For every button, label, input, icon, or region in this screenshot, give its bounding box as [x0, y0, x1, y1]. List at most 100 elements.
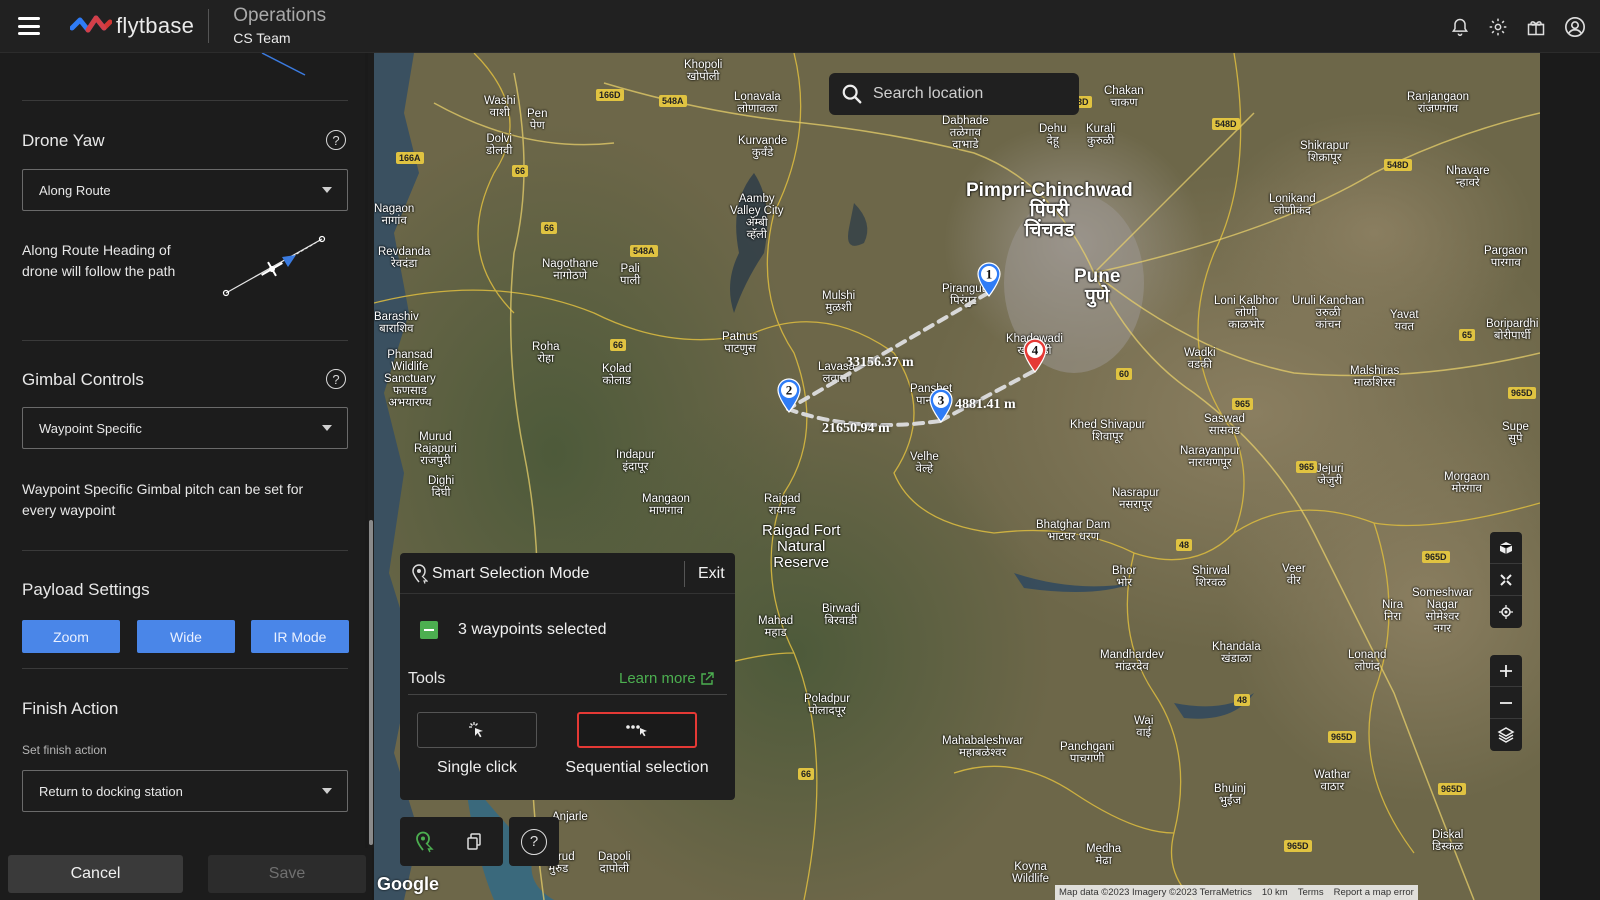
layers-icon	[1497, 727, 1515, 743]
location-search[interactable]	[829, 73, 1079, 115]
gift-icon[interactable]	[1526, 17, 1546, 37]
cube-icon	[1499, 541, 1513, 554]
waypoint-pin-3[interactable]: 3	[928, 387, 954, 423]
gimbal-help-icon[interactable]: ?	[326, 369, 346, 389]
terms-link[interactable]: Terms	[1298, 887, 1324, 898]
report-error-link[interactable]: Report a map error	[1334, 887, 1414, 898]
drone-yaw-description: Along Route Heading of drone will follow…	[22, 240, 175, 282]
save-button[interactable]: Save	[208, 855, 366, 893]
finish-action-title: Finish Action	[22, 699, 119, 718]
sequential-selection-tool-button[interactable]	[577, 712, 697, 748]
plus-icon	[1500, 664, 1512, 677]
gimbal-controls-select[interactable]: Waypoint Specific	[22, 407, 348, 449]
crosshair-icon	[1499, 605, 1513, 619]
smart-selection-card: Smart Selection Mode Exit 3 waypoints se…	[400, 553, 735, 800]
zoom-button[interactable]: Zoom	[22, 620, 120, 653]
header-divider	[208, 9, 210, 43]
route-segment-1-2	[786, 291, 990, 411]
search-icon	[842, 84, 862, 104]
fit-view-button[interactable]	[1490, 564, 1522, 596]
distance-label: 4881.41 m	[955, 397, 1016, 412]
drone-yaw-title: Drone Yaw	[22, 131, 105, 150]
single-click-tool-button[interactable]	[417, 712, 537, 748]
smart-selection-tool-icon[interactable]	[416, 831, 434, 853]
finish-action-label: Set finish action	[22, 743, 107, 757]
learn-more-text: Learn more	[619, 670, 696, 687]
gimbal-description: Waypoint Specific Gimbal pitch can be se…	[22, 479, 303, 521]
chevron-down-icon	[322, 788, 332, 794]
learn-more-link[interactable]: Learn more	[619, 670, 714, 687]
drone-yaw-help-icon[interactable]: ?	[326, 130, 346, 150]
smart-selection-title: Smart Selection Mode	[432, 565, 590, 582]
drone-yaw-select[interactable]: Along Route	[22, 169, 348, 211]
header-divider	[684, 561, 685, 587]
zoom-out-button[interactable]	[1490, 687, 1522, 719]
scale-bar[interactable]: 10 km	[1262, 887, 1288, 898]
minus-icon	[1500, 701, 1512, 704]
right-gutter	[1540, 53, 1600, 900]
gimbal-desc-line: every waypoint	[22, 502, 116, 518]
copy-icon[interactable]	[466, 833, 482, 851]
drone-yaw-desc-line: Along Route Heading of	[22, 242, 171, 258]
waypoint-pin-1[interactable]: 1	[976, 261, 1002, 297]
search-input[interactable]	[873, 85, 1073, 103]
org-switcher[interactable]: Operations CS Team	[233, 4, 327, 46]
sequential-selection-label: Sequential selection	[565, 759, 709, 776]
sequential-cursor-icon	[626, 725, 647, 737]
map-pin-cursor-icon	[412, 564, 428, 584]
google-logo: Google	[377, 874, 439, 894]
my-location-button[interactable]	[1490, 596, 1522, 628]
external-link-icon	[701, 671, 714, 685]
top-bar: flytbase Operations CS Team	[0, 0, 1600, 53]
section-divider	[22, 340, 348, 341]
waypoint-pin-2[interactable]: 2	[776, 377, 802, 413]
smart-selection-header: Smart Selection Mode Exit	[400, 553, 735, 594]
zoom-controls	[1490, 655, 1522, 751]
selection-indeterminate-checkbox[interactable]	[420, 621, 438, 639]
cancel-button[interactable]: Cancel	[8, 855, 183, 893]
drone-yaw-desc-line: drone will follow the path	[22, 263, 176, 279]
payload-settings-title: Payload Settings	[22, 580, 150, 599]
single-click-label: Single click	[436, 759, 518, 776]
waypoint-number: 1	[986, 267, 993, 282]
distance-label: 33156.37 m	[846, 355, 914, 370]
help-button[interactable]: ?	[509, 817, 559, 866]
brand-logo[interactable]: flytbase	[70, 13, 194, 39]
panel-scrollbar-thumb[interactable]	[369, 520, 373, 845]
finish-action-select[interactable]: Return to docking station	[22, 770, 348, 812]
drone-yaw-value: Along Route	[39, 182, 111, 198]
help-icon: ?	[521, 828, 547, 855]
ir-mode-button[interactable]: IR Mode	[251, 620, 349, 653]
org-title: Operations	[233, 4, 327, 26]
partial-illustration	[261, 53, 306, 76]
waypoint-number: 2	[786, 383, 793, 398]
tools-label: Tools	[408, 670, 446, 687]
exit-button[interactable]: Exit	[698, 565, 725, 583]
waypoint-number: 3	[938, 393, 945, 408]
collapse-arrows-icon	[1500, 573, 1512, 586]
mission-settings-panel: Drone Yaw ? Along Route Along Route Head…	[0, 53, 365, 900]
map-view-controls	[1490, 532, 1522, 628]
menu-icon[interactable]	[18, 17, 40, 35]
wide-button[interactable]: Wide	[137, 620, 235, 653]
map-layers-button[interactable]	[1490, 719, 1522, 751]
waypoint-pin-4[interactable]: 4	[1022, 337, 1048, 373]
distance-label: 21650.94 m	[822, 421, 890, 436]
chevron-down-icon	[322, 187, 332, 193]
route-segment-3-4	[938, 369, 1036, 423]
selected-count: 3 waypoints selected	[458, 621, 607, 638]
bell-icon[interactable]	[1450, 17, 1470, 37]
gear-icon[interactable]	[1488, 17, 1508, 37]
section-divider	[22, 550, 348, 551]
gimbal-value: Waypoint Specific	[39, 420, 142, 436]
map-attribution: Map data ©2023 Imagery ©2023 TerraMetric…	[1055, 885, 1418, 900]
drone-path-illustration	[222, 235, 326, 297]
logo-text: flytbase	[116, 13, 195, 38]
flytbase-logo-icon	[70, 15, 112, 33]
gimbal-desc-line: Waypoint Specific Gimbal pitch can be se…	[22, 481, 304, 497]
3d-view-button[interactable]	[1490, 532, 1522, 564]
map-tool-bar	[400, 817, 503, 866]
zoom-in-button[interactable]	[1490, 655, 1522, 687]
account-icon[interactable]	[1564, 16, 1586, 38]
gimbal-controls-title: Gimbal Controls	[22, 370, 144, 389]
